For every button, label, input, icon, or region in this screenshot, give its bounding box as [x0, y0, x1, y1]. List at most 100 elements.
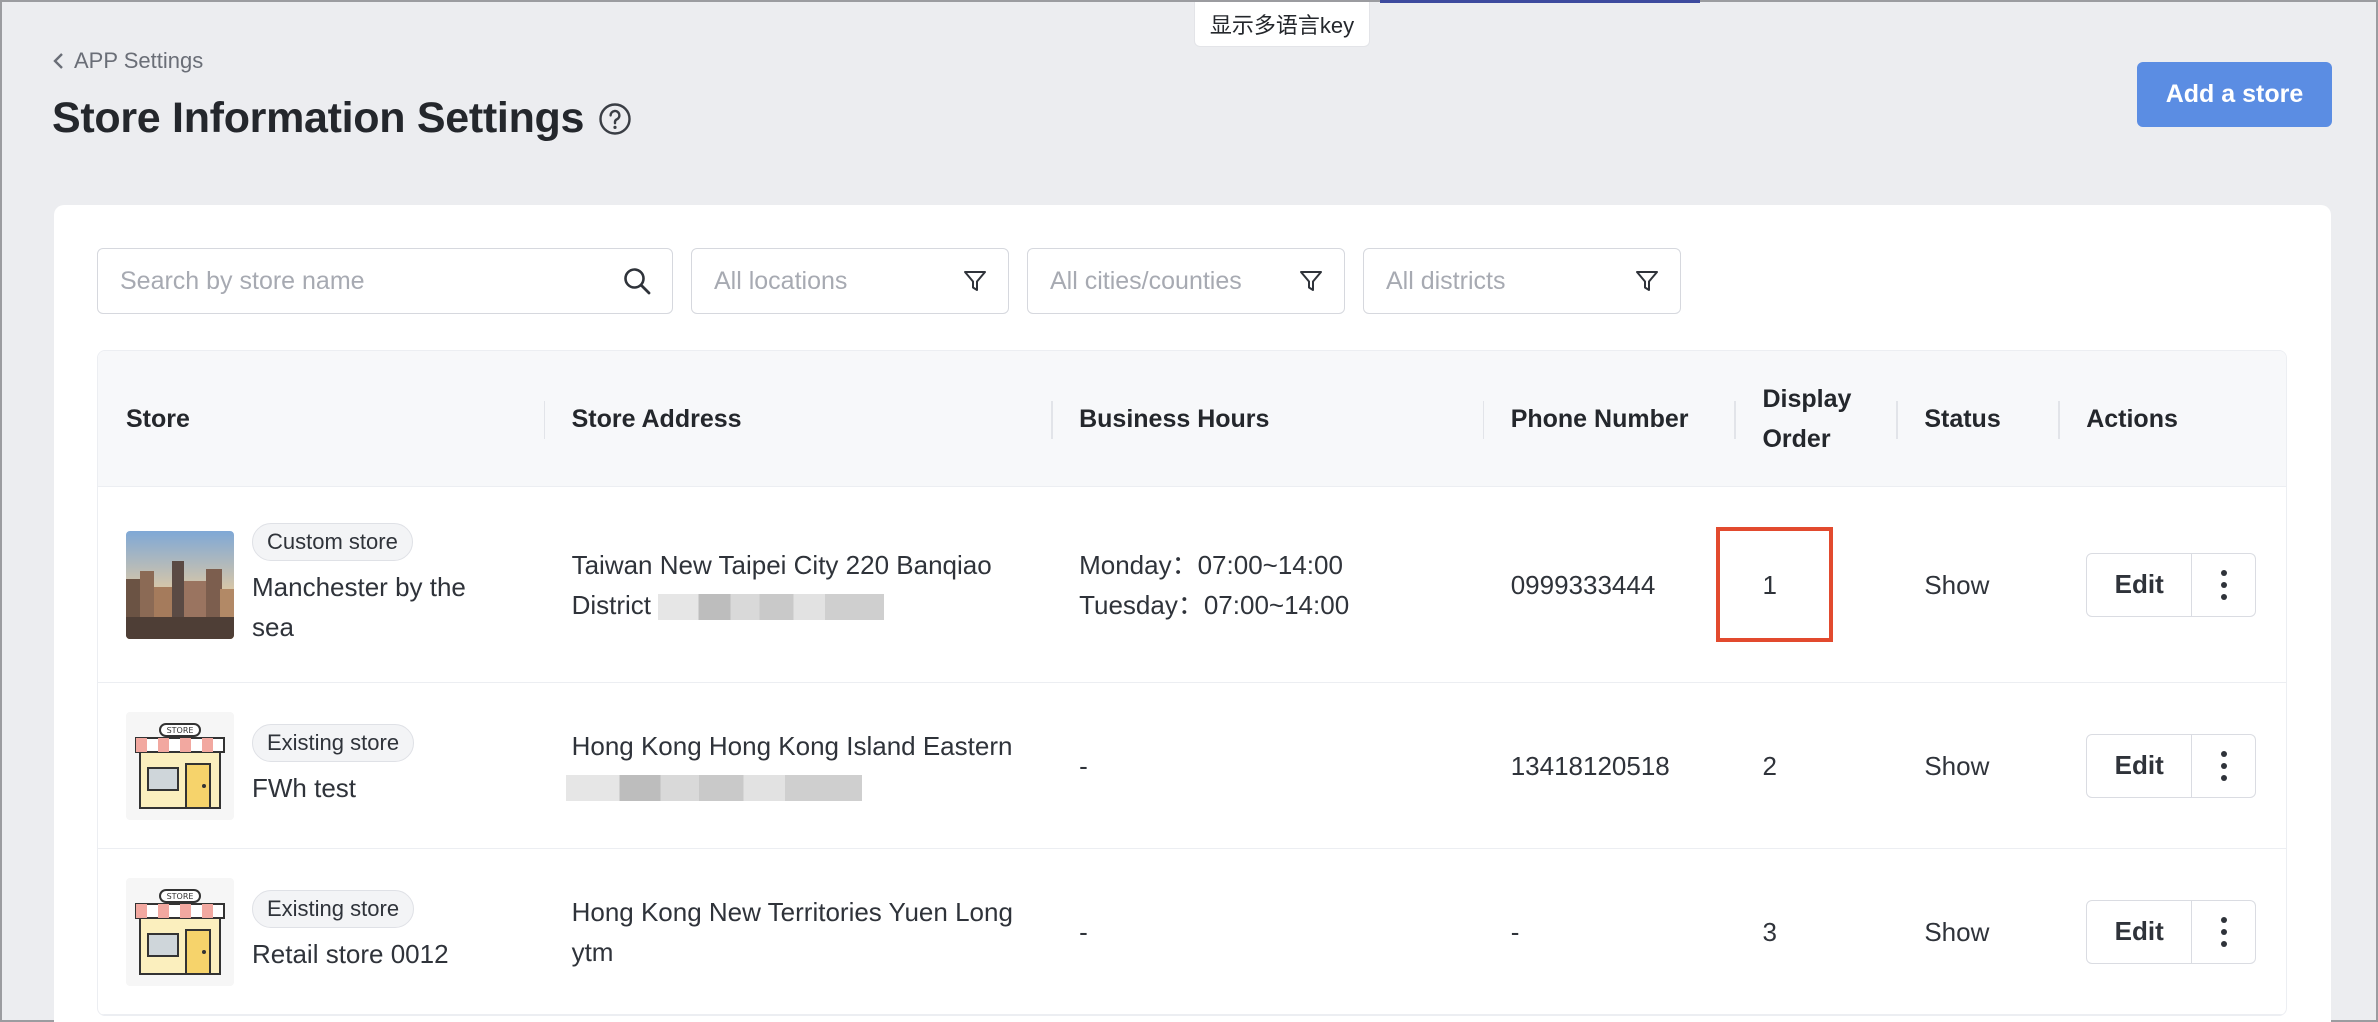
cities-filter[interactable]: All cities/counties: [1027, 248, 1345, 314]
store-name: FWh test: [252, 772, 357, 803]
column-header-status: Status: [1896, 351, 2058, 486]
tab-indicator: [1380, 0, 1700, 3]
districts-filter[interactable]: All districts: [1363, 248, 1681, 314]
display-order-cell: 2: [1762, 750, 1777, 781]
actions-cell: Edit: [2058, 683, 2286, 848]
column-header-hours: Business Hours: [1051, 351, 1483, 486]
column-header-address: Store Address: [543, 351, 1052, 486]
table-row: STORE Existing store FWh test Hong Kong …: [98, 683, 2286, 849]
address-cell: Taiwan New Taipei City 220 Banqiao Distr…: [544, 487, 1052, 682]
search-icon[interactable]: [622, 266, 652, 296]
store-cell: STORE Existing store FWh test: [98, 683, 544, 848]
more-vertical-icon: [2220, 569, 2227, 600]
edit-button[interactable]: Edit: [2086, 733, 2193, 798]
display-order-cell: 1: [1762, 569, 1777, 600]
edit-button[interactable]: Edit: [2086, 552, 2193, 617]
breadcrumb-label[interactable]: APP Settings: [74, 48, 203, 74]
hours-line: Tuesday：07:00~14:00: [1079, 589, 1350, 620]
help-icon[interactable]: [598, 102, 632, 136]
row-actions: Edit: [2086, 899, 2257, 964]
display-order-line1: Display: [1762, 384, 1852, 413]
filter-icon: [1300, 271, 1322, 291]
store-type-badge: Existing store: [252, 889, 415, 928]
store-cell-content: Custom store Manchester by the sea: [126, 522, 502, 647]
row-actions: Edit: [2086, 552, 2257, 617]
store-info: Existing store Retail store 0012: [252, 889, 449, 974]
redacted-address: [658, 593, 885, 620]
hours-cell: Monday：07:00~14:00 Tuesday：07:00~14:00: [1051, 487, 1483, 682]
display-order-line2: Order: [1762, 424, 1831, 453]
status-cell: Show: [1924, 750, 1990, 781]
hours-cell: -: [1079, 750, 1088, 781]
breadcrumb[interactable]: APP Settings: [52, 48, 203, 74]
address-text: Hong Kong Hong Kong Island Eastern: [565, 726, 1013, 806]
more-options-button[interactable]: [2192, 899, 2257, 964]
address-line: Taiwan New Taipei City 220 Banqiao: [571, 549, 992, 580]
address-text: Hong Kong New Territories Yuen Long ytm: [572, 892, 1013, 972]
store-type-badge: Custom store: [252, 522, 413, 561]
cities-placeholder: All cities/counties: [1050, 266, 1242, 295]
address-line: ytm: [571, 936, 614, 967]
store-placeholder-icon: STORE: [126, 877, 234, 986]
address-text: Taiwan New Taipei City 220 Banqiao Distr…: [572, 545, 992, 625]
filter-icon: [1636, 271, 1658, 291]
store-list-card: Search by store name All locations All c…: [54, 205, 2331, 1022]
filter-icon: [964, 271, 986, 291]
hours-line: Monday：07:00~14:00: [1079, 549, 1343, 580]
phone-cell: -: [1510, 916, 1520, 947]
store-cell-content: STORE Existing store Retail store 0012: [126, 877, 449, 986]
display-order-cell: 3: [1762, 916, 1777, 947]
page-title: Store Information Settings: [52, 94, 585, 142]
hours-cell: -: [1079, 916, 1088, 947]
status-cell: Show: [1924, 569, 1990, 600]
page-header: Store Information Settings: [52, 94, 632, 143]
status-cell: Show: [1924, 916, 1990, 947]
store-cell: Custom store Manchester by the sea: [98, 487, 544, 682]
column-header-actions: Actions: [2058, 351, 2286, 486]
table-row: STORE Existing store Retail store 0012 H…: [98, 849, 2286, 1015]
address-cell: Hong Kong New Territories Yuen Long ytm: [544, 849, 1052, 1014]
table-header: Store Store Address Business Hours Phone…: [98, 351, 2286, 487]
address-line: Hong Kong Hong Kong Island Eastern: [571, 730, 1013, 761]
more-options-button[interactable]: [2192, 552, 2257, 617]
redacted-address: [565, 774, 862, 801]
districts-placeholder: All districts: [1386, 266, 1506, 295]
edit-button[interactable]: Edit: [2086, 899, 2193, 964]
svg-text:STORE: STORE: [167, 726, 194, 735]
chevron-left-icon: [53, 53, 63, 69]
column-header-store: Store: [126, 404, 190, 433]
column-header-phone: Phone Number: [1482, 351, 1735, 486]
filter-bar: Search by store name All locations All c…: [97, 248, 1681, 314]
actions-cell: Edit: [2058, 849, 2286, 1014]
more-options-button[interactable]: [2192, 733, 2257, 798]
more-vertical-icon: [2220, 916, 2227, 947]
svg-text:STORE: STORE: [167, 892, 194, 901]
store-photo: [126, 530, 234, 639]
address-cell: Hong Kong Hong Kong Island Eastern: [544, 683, 1052, 848]
add-store-button[interactable]: Add a store: [2137, 62, 2332, 127]
store-name: Retail store 0012: [252, 938, 449, 969]
store-cell-content: STORE Existing store FWh test: [126, 711, 415, 820]
store-info: Custom store Manchester by the sea: [252, 522, 502, 647]
store-placeholder-icon: STORE: [126, 711, 234, 820]
store-type-badge: Existing store: [252, 723, 415, 762]
actions-cell: Edit: [2058, 487, 2286, 682]
hours-text: Monday：07:00~14:00 Tuesday：07:00~14:00: [1079, 545, 1349, 625]
language-key-toggle[interactable]: 显示多语言key: [1194, 2, 1370, 47]
store-search-input[interactable]: Search by store name: [97, 248, 673, 314]
search-placeholder: Search by store name: [120, 266, 365, 295]
address-line: District: [571, 589, 652, 620]
locations-placeholder: All locations: [714, 266, 848, 295]
store-cell: STORE Existing store Retail store 0012: [98, 849, 544, 1014]
phone-cell: 0999333444: [1510, 569, 1656, 600]
store-info: Existing store FWh test: [252, 723, 415, 808]
store-table: Store Store Address Business Hours Phone…: [97, 350, 2287, 1016]
address-line: Hong Kong New Territories Yuen Long: [571, 896, 1013, 927]
store-name: Manchester by the sea: [252, 571, 466, 642]
column-header-display-order: Display Order: [1734, 351, 1896, 486]
phone-cell: 13418120518: [1510, 750, 1670, 781]
table-row: Custom store Manchester by the sea Taiwa…: [98, 487, 2286, 683]
row-actions: Edit: [2086, 733, 2257, 798]
more-vertical-icon: [2220, 750, 2227, 781]
locations-filter[interactable]: All locations: [691, 248, 1009, 314]
